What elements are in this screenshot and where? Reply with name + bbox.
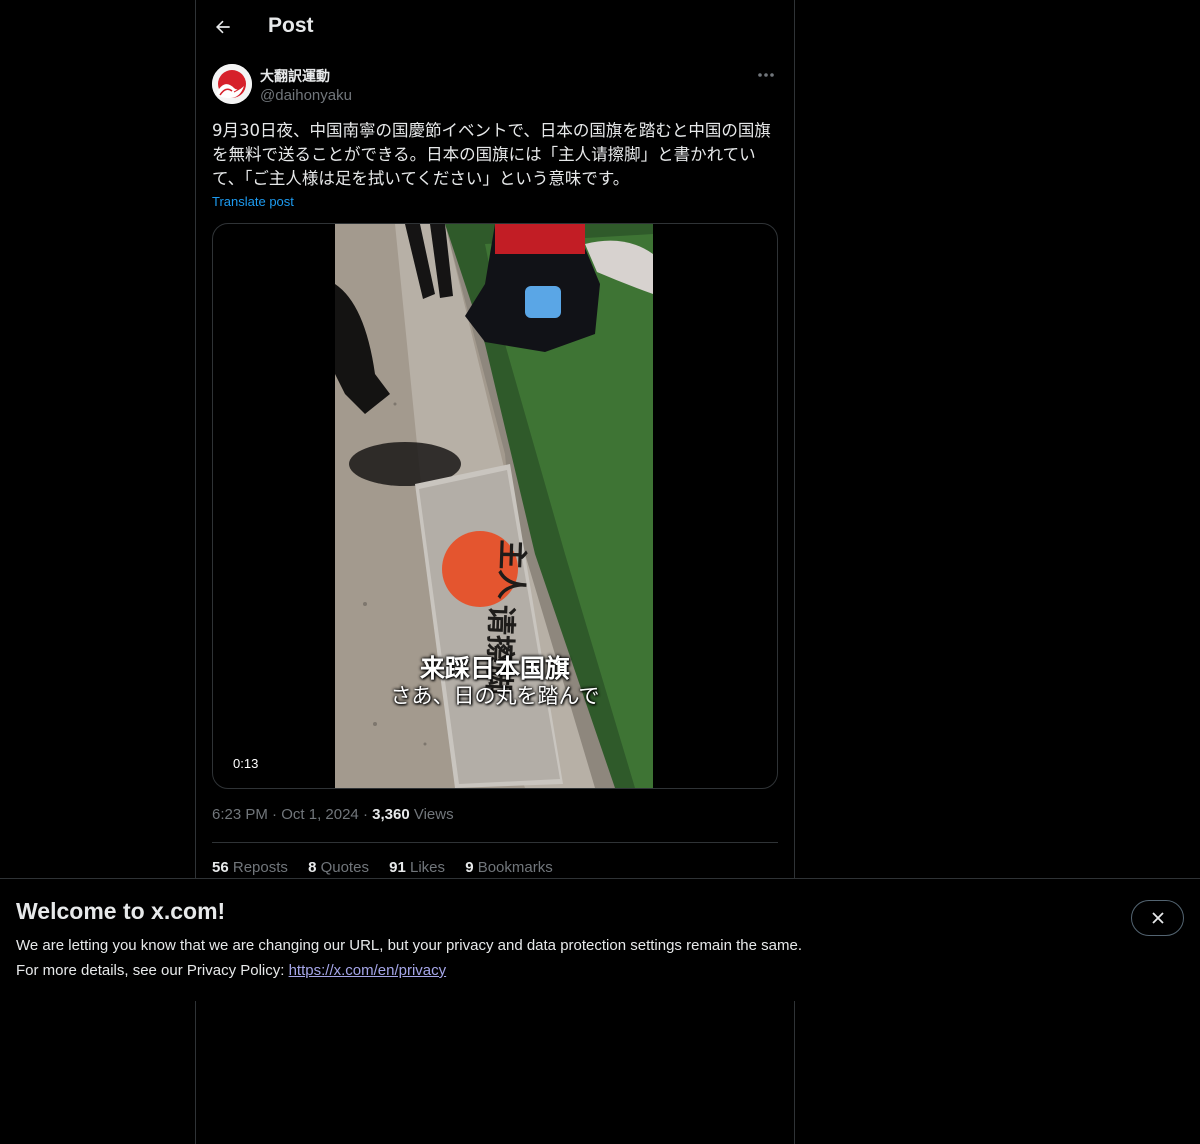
more-horizontal-icon <box>758 73 774 77</box>
bookmarks-stat[interactable]: 9 Bookmarks <box>465 859 553 876</box>
post-text: 9月30日夜、中国南寧の国慶節イベントで、日本の国旗を踏むと中国の国旗を無料で送… <box>212 121 771 188</box>
back-button[interactable] <box>208 10 238 44</box>
reposts-label: Reposts <box>232 859 288 876</box>
meta-separator: · <box>362 806 373 823</box>
arrow-left-icon <box>216 20 230 34</box>
quotes-count: 8 <box>308 859 317 876</box>
bookmarks-count: 9 <box>465 859 474 876</box>
translate-post-link[interactable]: Translate post <box>212 194 294 209</box>
banner-privacy-prefix: For more details, see our Privacy Policy… <box>16 962 289 979</box>
post-video[interactable]: 主人 请擦脚 来踩日本国旗 さあ、日の丸を踏んで 0:13 <box>212 223 778 789</box>
meta-separator: · <box>272 806 282 823</box>
post-author: 大翻訳運動 @daihonyaku <box>212 64 778 108</box>
more-options-button[interactable] <box>754 64 778 86</box>
banner-privacy-line: For more details, see our Privacy Policy… <box>16 962 446 979</box>
likes-label: Likes <box>409 859 446 876</box>
views-label: Views <box>413 806 454 823</box>
author-handle[interactable]: @daihonyaku <box>260 87 352 104</box>
quotes-stat[interactable]: 8 Quotes <box>308 859 369 876</box>
bookmarks-label: Bookmarks <box>477 859 553 876</box>
close-banner-button[interactable] <box>1131 900 1184 936</box>
avatar[interactable] <box>212 64 252 104</box>
video-duration-badge: 0:13 <box>225 754 267 773</box>
post-date-link[interactable]: Oct 1, 2024 <box>281 806 359 823</box>
post-time-link[interactable]: 6:23 PM <box>212 806 268 823</box>
video-subtitle-japanese: さあ、日の丸を踏んで <box>390 684 600 708</box>
banner-message: We are letting you know that we are chan… <box>16 937 802 954</box>
close-icon <box>1151 912 1164 924</box>
top-bar: Post <box>196 0 794 53</box>
likes-stat[interactable]: 91 Likes <box>389 859 445 876</box>
reposts-stat[interactable]: 56 Reposts <box>212 859 288 876</box>
reposts-count: 56 <box>212 859 229 876</box>
likes-count: 91 <box>389 859 406 876</box>
page-title: Post <box>268 14 314 37</box>
divider <box>212 842 778 843</box>
avatar-wave-image <box>212 64 252 104</box>
banner-title: Welcome to x.com! <box>16 898 226 924</box>
url-change-banner: Welcome to x.com! We are letting you kno… <box>0 878 1200 1001</box>
post-stats: 56 Reposts 8 Quotes 91 Likes 9 Bookmarks <box>212 859 569 876</box>
privacy-policy-link[interactable]: https://x.com/en/privacy <box>289 962 447 979</box>
quotes-label: Quotes <box>320 859 369 876</box>
author-display-name[interactable]: 大翻訳運動 <box>260 66 330 86</box>
views-count: 3,360 <box>372 806 410 823</box>
post-metadata: 6:23 PM · Oct 1, 2024 · 3,360 Views <box>212 806 454 823</box>
flag-text-top: 主人 <box>492 539 529 600</box>
